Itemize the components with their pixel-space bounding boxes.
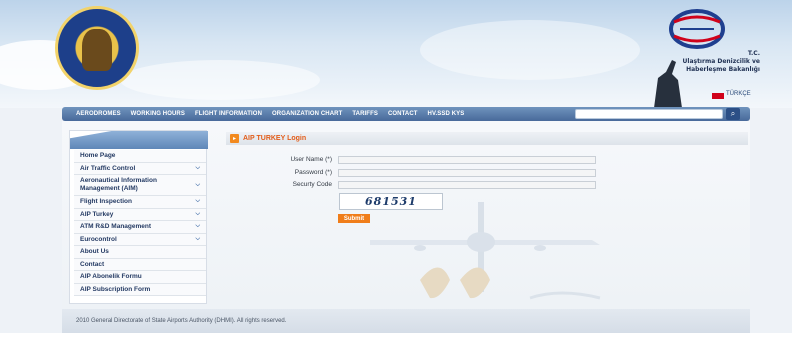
nav-flight-information[interactable]: FLIGHT INFORMATION: [195, 111, 262, 117]
chevron-down-icon: ⌵: [195, 198, 200, 205]
ministry-line: T.C.: [747, 50, 760, 57]
sidebar-item-aip-abonelik-formu[interactable]: AIP Abonelik Formu: [74, 271, 206, 284]
chevron-down-icon: ⌵: [195, 182, 200, 188]
nav-contact[interactable]: CONTACT: [388, 111, 418, 117]
sidebar-item-label: AIP Subscription Form: [80, 285, 151, 293]
sidebar-item-label: Air Traffic Control: [80, 164, 136, 172]
airplane-watermark: [370, 202, 601, 300]
sidebar: Home Page Air Traffic Control ⌵ Aeronaut…: [69, 130, 208, 304]
sidebar-item-aip-turkey[interactable]: AIP Turkey ⌵: [74, 208, 206, 221]
nav-hv-ssd-kys[interactable]: HV.SSD KYS: [428, 111, 465, 117]
sidebar-item-label: Flight Inspection: [80, 198, 132, 206]
sidebar-item-label: Aeronautical Information Management (AIM…: [80, 177, 157, 192]
sidebar-item-contact[interactable]: Contact: [74, 258, 206, 271]
sidebar-item-label: Eurocontrol: [80, 235, 117, 243]
nav-tariffs[interactable]: TARIFFS: [352, 111, 378, 117]
submit-button[interactable]: Submit: [338, 214, 370, 223]
security-code-label: Securty Code: [292, 181, 332, 188]
sidebar-item-label: Home Page: [80, 152, 116, 160]
dhmi-logo[interactable]: [55, 6, 139, 90]
sidebar-item-flight-inspection[interactable]: Flight Inspection ⌵: [74, 196, 206, 209]
sidebar-item-label: Contact: [80, 260, 105, 268]
cloud-decoration: [120, 60, 320, 100]
sidebar-item-label: AIP Abonelik Formu: [80, 273, 142, 281]
copyright-text: 2010 General Directorate of State Airpor…: [76, 318, 287, 324]
sidebar-item-label: About Us: [80, 248, 109, 256]
footer: 2010 General Directorate of State Airpor…: [62, 309, 750, 333]
search-button[interactable]: ⌕: [726, 108, 740, 120]
sidebar-item-aip-subscription-form[interactable]: AIP Subscription Form: [74, 283, 206, 296]
search-input[interactable]: [575, 109, 723, 119]
logo-emblem-icon: [82, 29, 112, 71]
statue-icon: [654, 60, 682, 108]
language-link[interactable]: TÜRKÇE: [726, 91, 751, 97]
ministry-logo[interactable]: [666, 8, 728, 50]
nav-organization-chart[interactable]: ORGANIZATION CHART: [272, 111, 342, 117]
sidebar-header-decoration: [70, 131, 208, 149]
password-field[interactable]: [338, 169, 596, 177]
page-title: AIP TURKEY Login: [243, 135, 307, 142]
sidebar-item-label: AIP Turkey: [80, 210, 114, 218]
chevron-down-icon: ⌵: [195, 235, 200, 242]
captcha-image: 681531: [339, 193, 443, 210]
nav-aerodromes[interactable]: AERODROMES: [76, 111, 121, 117]
sidebar-item-label: ATM R&D Management: [80, 223, 152, 231]
sidebar-item-air-traffic-control[interactable]: Air Traffic Control ⌵: [74, 162, 206, 175]
chevron-down-icon: ⌵: [195, 223, 200, 230]
sidebar-menu: Home Page Air Traffic Control ⌵ Aeronaut…: [74, 150, 206, 296]
sidebar-item-home-page[interactable]: Home Page: [74, 150, 206, 163]
nav-working-hours[interactable]: WORKING HOURS: [131, 111, 185, 117]
username-field[interactable]: [338, 156, 596, 164]
bottom-strip: [0, 333, 792, 348]
sidebar-item-aim[interactable]: Aeronautical Information Management (AIM…: [74, 175, 206, 196]
arrow-right-icon: ▸: [230, 134, 239, 143]
turkish-flag-icon[interactable]: [712, 93, 724, 99]
header-banner: T.C. Ulaştırma Denizcilik ve Haberleşme …: [0, 0, 792, 108]
chevron-down-icon: ⌵: [195, 210, 200, 217]
sidebar-item-atm-rd-management[interactable]: ATM R&D Management ⌵: [74, 221, 206, 234]
security-code-field[interactable]: [338, 181, 596, 189]
username-label: User Name (*): [290, 156, 332, 163]
password-label: Password (*): [294, 169, 332, 176]
login-panel-header: ▸ AIP TURKEY Login: [226, 132, 748, 145]
sidebar-item-eurocontrol[interactable]: Eurocontrol ⌵: [74, 233, 206, 246]
sidebar-item-about-us[interactable]: About Us: [74, 246, 206, 259]
chevron-down-icon: ⌵: [195, 164, 200, 171]
cloud-decoration: [420, 20, 640, 80]
magnifier-icon: ⌕: [730, 109, 736, 118]
